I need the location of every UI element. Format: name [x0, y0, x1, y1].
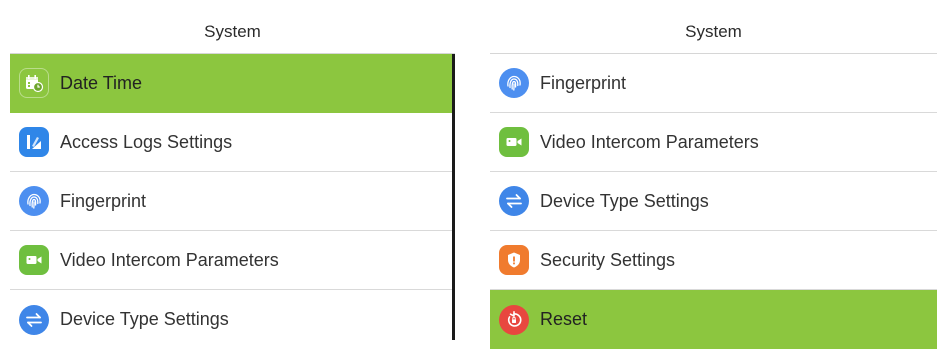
fingerprint-icon: [19, 186, 49, 216]
fingerprint-icon: [499, 68, 529, 98]
menu-item-video-intercom-parameters[interactable]: Video Intercom Parameters: [490, 113, 937, 172]
shield-icon: [499, 245, 529, 275]
right-system-menu: System Fingerprint Video Intercom Parame…: [490, 10, 937, 349]
menu-item-security-settings[interactable]: Security Settings: [490, 231, 937, 290]
menu-item-device-type-settings[interactable]: Device Type Settings: [490, 172, 937, 231]
video-camera-icon: [499, 127, 529, 157]
menu-title: System: [490, 10, 937, 54]
menu-item-label: Fingerprint: [540, 72, 627, 93]
calendar-clock-icon: [19, 68, 49, 98]
menu-item-label: Date Time: [60, 72, 143, 93]
menu-title: System: [10, 10, 455, 54]
menu-item-device-type-settings[interactable]: Device Type Settings: [10, 290, 455, 349]
menu-item-reset[interactable]: Reset: [490, 290, 937, 349]
swap-arrows-icon: [499, 186, 529, 216]
menu-item-fingerprint[interactable]: Fingerprint: [490, 54, 937, 113]
menu-item-access-logs-settings[interactable]: Access Logs Settings: [10, 113, 455, 172]
menu-item-label: Access Logs Settings: [60, 131, 233, 152]
menu-item-label: Device Type Settings: [60, 309, 229, 329]
video-camera-icon: [19, 245, 49, 275]
menu-item-label: Video Intercom Parameters: [60, 249, 279, 270]
reset-icon: [499, 304, 529, 335]
menu-item-video-intercom-parameters[interactable]: Video Intercom Parameters: [10, 231, 455, 290]
menu-item-date-time[interactable]: Date Time: [10, 54, 455, 113]
menu-item-fingerprint[interactable]: Fingerprint: [10, 172, 455, 231]
menu-item-label: Fingerprint: [60, 190, 147, 211]
menu-item-label: Video Intercom Parameters: [540, 131, 759, 152]
log-icon: [19, 127, 49, 157]
left-system-menu: System Date Time Access Logs Settings Fi…: [10, 10, 455, 340]
swap-arrows-icon: [19, 304, 49, 335]
menu-item-label: Security Settings: [540, 249, 676, 270]
menu-item-label: Device Type Settings: [540, 190, 709, 211]
menu-item-label: Reset: [540, 309, 588, 329]
